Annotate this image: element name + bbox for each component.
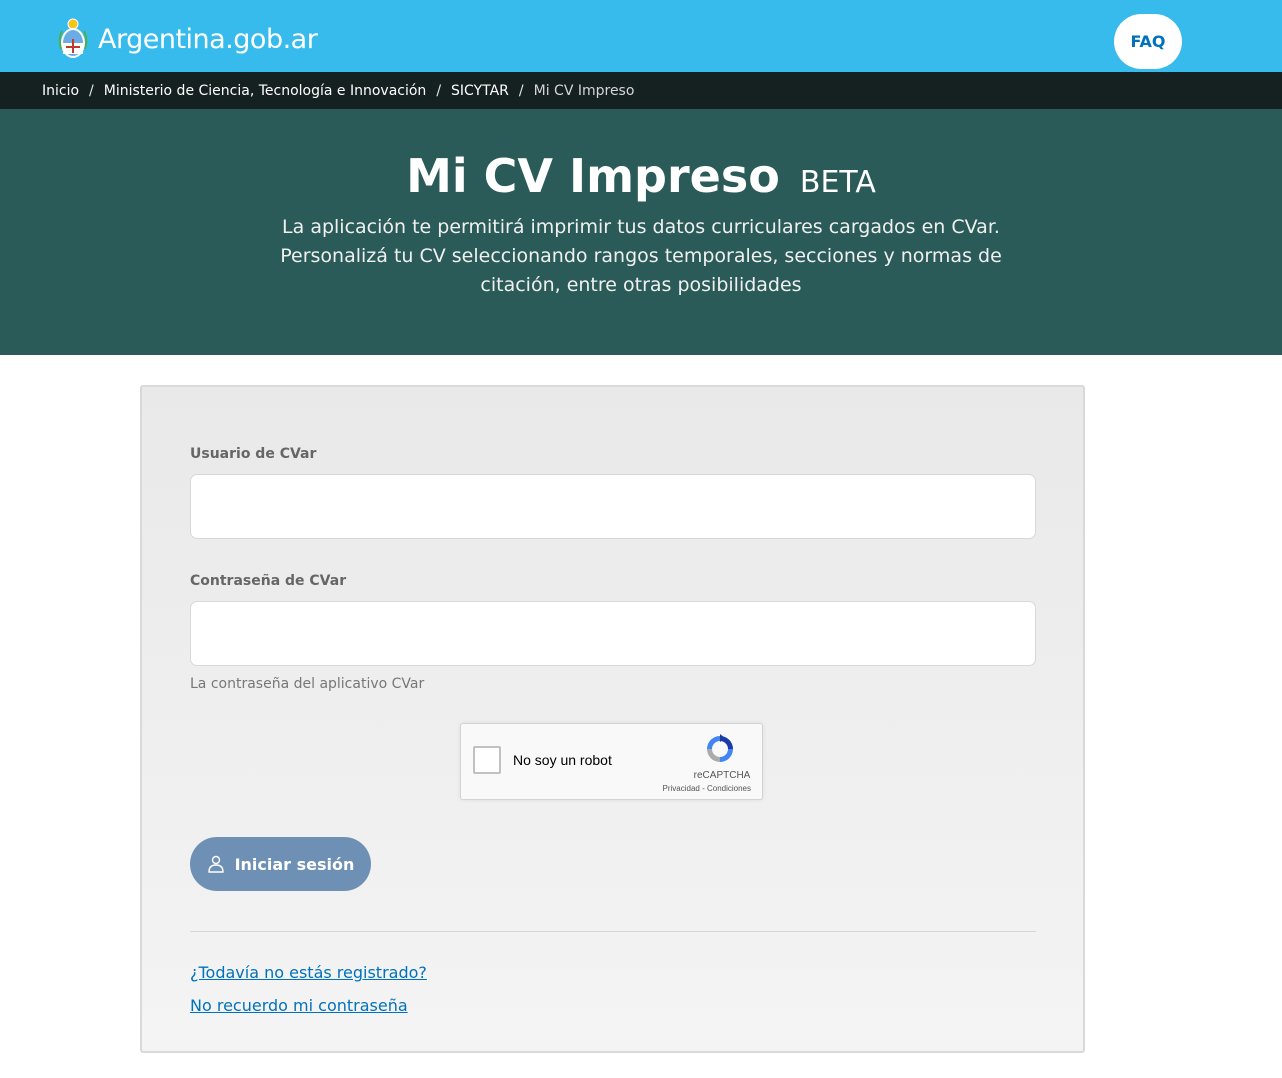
page-title-text: Mi CV Impreso [406,149,780,203]
coat-of-arms-icon [58,18,88,58]
recaptcha-icon [707,734,733,762]
site-logo[interactable]: Argentina.gob.ar [56,16,318,62]
breadcrumb-separator: / [518,82,524,99]
user-icon [207,855,224,873]
recaptcha-checkbox[interactable] [473,746,501,774]
breadcrumb-current: Mi CV Impreso [533,82,635,99]
breadcrumb-separator: / [436,82,442,99]
forgot-password-link[interactable]: No recuerdo mi contraseña [190,996,408,1015]
page-description: La aplicación te permitirá imprimir tus … [280,216,1002,296]
username-input[interactable] [190,474,1036,539]
register-link[interactable]: ¿Todavía no estás registrado? [190,963,427,982]
breadcrumb-separator: / [89,82,94,99]
page-title: Mi CV Impreso BETA [0,147,1282,212]
top-header: Argentina.gob.ar FAQ [0,0,1282,72]
login-card: Usuario de CVar Contraseña de CVar La co… [140,385,1085,1053]
password-input[interactable] [190,601,1036,666]
breadcrumb-ministerio[interactable]: Ministerio de Ciencia, Tecnología e Inno… [104,83,427,99]
login-button[interactable]: Iniciar sesión [190,837,371,891]
breadcrumb-inicio[interactable]: Inicio [42,83,79,99]
breadcrumb: Inicio / Ministerio de Ciencia, Tecnolog… [0,72,1282,109]
logo-text: Argentina.gob.ar [98,23,318,55]
recaptcha-links[interactable]: Privacidad - Condiciones [657,784,752,793]
divider [190,931,1036,932]
breadcrumb-sicytar[interactable]: SICYTAR [451,83,509,99]
login-button-label: Iniciar sesión [234,854,355,874]
recaptcha-brand: reCAPTCHA [693,770,751,781]
beta-badge: BETA [799,165,876,200]
password-label: Contraseña de CVar [190,573,347,589]
recaptcha-widget: No soy un robot reCAPTCHA Privacidad - C… [460,723,763,800]
hero-banner: Mi CV Impreso BETA La aplicación te perm… [0,109,1282,355]
password-help-text: La contraseña del aplicativo CVar [190,676,425,692]
faq-button[interactable]: FAQ [1114,14,1182,69]
username-label: Usuario de CVar [190,446,317,462]
recaptcha-label: No soy un robot [513,752,612,768]
